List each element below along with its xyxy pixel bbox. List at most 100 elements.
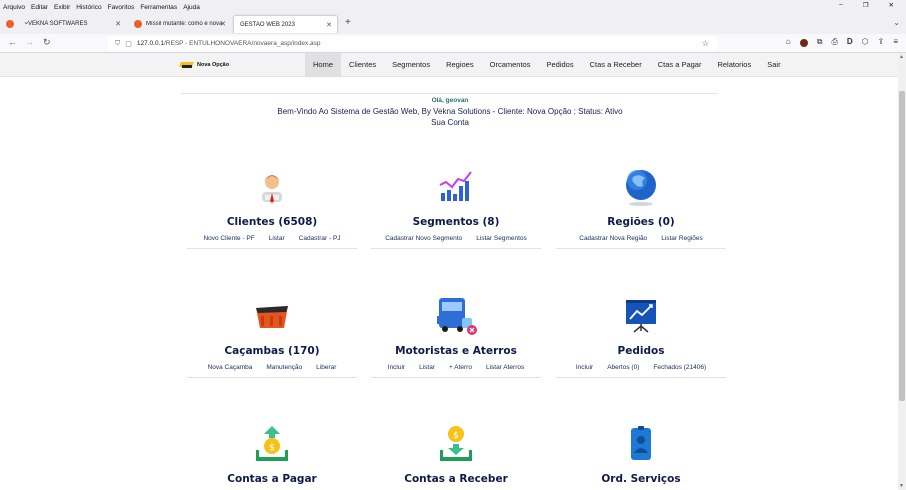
reload-icon[interactable]: ↻	[43, 37, 51, 48]
link-cadastrar-pj[interactable]: Cadastrar - PJ	[299, 235, 341, 242]
link-incluir[interactable]: Incluir	[388, 364, 405, 371]
card-underline	[187, 377, 357, 378]
card-title[interactable]: Contas a Receber	[371, 472, 541, 486]
tab-label: Míssil mutante: como é nova ar...	[146, 21, 224, 27]
menu-historico[interactable]: Histórico	[76, 4, 101, 11]
truck-icon[interactable]	[434, 296, 478, 338]
link-fechados[interactable]: Fechados (21406)	[653, 364, 706, 371]
bookmark-star-icon[interactable]: ☆	[702, 39, 709, 48]
scroll-up-icon[interactable]: ▲	[899, 54, 904, 60]
menu-ajuda[interactable]: Ajuda	[183, 4, 200, 11]
money-down-icon[interactable]: $	[434, 424, 478, 466]
restore-icon[interactable]: ❐	[863, 1, 869, 9]
tab-gestao-web[interactable]: GESTAO WEB 2023 ✕	[233, 15, 338, 33]
presentation-icon[interactable]	[619, 296, 663, 338]
link-liberar[interactable]: Liberar	[316, 364, 336, 371]
menu-exibir[interactable]: Exibir	[54, 4, 70, 11]
print-icon[interactable]: ⎙	[831, 37, 837, 47]
link-listar-regioes[interactable]: Listar Regiões	[661, 235, 703, 242]
account-link[interactable]: Sua Conta	[180, 117, 720, 128]
divider	[181, 93, 718, 94]
menu-ferramentas[interactable]: Ferramentas	[140, 4, 177, 11]
money-up-icon[interactable]: $	[250, 424, 294, 466]
card-title[interactable]: Ord. Serviços	[556, 472, 726, 486]
link-novo-cliente-pf[interactable]: Novo Cliente - PF	[203, 235, 254, 242]
nav-clientes[interactable]: Clientes	[341, 53, 384, 77]
hamburger-menu-icon[interactable]: ≡	[893, 37, 898, 47]
site-logo[interactable]: Nova Opção	[179, 60, 229, 69]
forward-icon[interactable]: →	[25, 37, 34, 47]
bar-chart-icon[interactable]	[434, 167, 478, 209]
site-header: Nova Opção Home Clientes Segmentos Regio…	[0, 53, 898, 77]
scroll-thumb[interactable]	[899, 91, 905, 401]
scroll-down-icon[interactable]: ▼	[899, 483, 904, 489]
nav-segmentos[interactable]: Segmentos	[384, 53, 438, 77]
link-add-aterro[interactable]: + Aterro	[449, 364, 472, 371]
menu-editar[interactable]: Editar	[31, 4, 48, 11]
screenshot-icon[interactable]: ⧉	[817, 37, 823, 47]
nav-orcamentos[interactable]: Orcamentos	[482, 53, 539, 77]
nav-ctas-pagar[interactable]: Ctas a Pagar	[650, 53, 710, 77]
badge-icon[interactable]	[619, 424, 663, 466]
card-contas-receber: $ Contas a Receber	[371, 424, 541, 486]
extension-d-icon[interactable]: D	[847, 37, 853, 47]
card-title[interactable]: Pedidos	[556, 344, 726, 358]
back-icon[interactable]: ←	[8, 37, 17, 47]
card-title[interactable]: Regiões (0)	[556, 215, 726, 229]
close-tab-icon[interactable]: ✕	[326, 21, 332, 29]
nav-regioes[interactable]: Regioes	[438, 53, 482, 77]
card-pedidos: Pedidos Incluir Abertos (0) Fechados (21…	[556, 296, 726, 378]
share-icon[interactable]: ⇪	[878, 37, 885, 47]
card-title[interactable]: Clientes (6508)	[187, 215, 357, 229]
link-listar-aterros[interactable]: Listar Aterros	[486, 364, 524, 371]
link-cadastrar-segmento[interactable]: Cadastrar Novo Segmento	[385, 235, 462, 242]
link-listar[interactable]: Listar	[269, 235, 285, 242]
page-scrollbar[interactable]: ▲ ▼	[898, 53, 906, 490]
card-title[interactable]: Segmentos (8)	[371, 215, 541, 229]
link-cadastrar-regiao[interactable]: Cadastrar Nova Região	[579, 235, 647, 242]
nav-home[interactable]: Home	[305, 53, 342, 77]
card-clientes: Clientes (6508) Novo Cliente - PF Listar…	[187, 167, 357, 249]
link-incluir[interactable]: Incluir	[576, 364, 593, 371]
card-links: Novo Cliente - PF Listar Cadastrar - PJ	[187, 235, 357, 242]
globe-icon[interactable]	[619, 167, 663, 209]
close-tab-icon[interactable]: ✕	[115, 20, 121, 28]
nav-ctas-receber[interactable]: Ctas a Receber	[582, 53, 650, 77]
nav-pedidos[interactable]: Pedidos	[538, 53, 581, 77]
card-title[interactable]: Motoristas e Aterros	[371, 344, 541, 358]
minimize-icon[interactable]: –	[839, 1, 843, 9]
card-segmentos: Segmentos (8) Cadastrar Novo Segmento Li…	[371, 167, 541, 249]
home-icon[interactable]: ⌂	[786, 37, 791, 47]
link-listar-segmentos[interactable]: Listar Segmentos	[476, 235, 527, 242]
firefox-icon[interactable]	[6, 20, 14, 28]
tab-missil[interactable]: Míssil mutante: como é nova ar... ✕	[128, 15, 231, 33]
card-links: Incluir Abertos (0) Fechados (21406)	[556, 364, 726, 371]
link-listar[interactable]: Listar	[419, 364, 435, 371]
close-tab-icon[interactable]: ✕	[220, 20, 226, 28]
url-bar[interactable]: ⛉ ▢ 127.0.0.1 /RESP - ENTULHONOVAERA/nov…	[108, 36, 718, 51]
user-icon[interactable]	[250, 167, 294, 209]
new-tab-icon[interactable]: +	[345, 17, 351, 28]
welcome-block: Olá, geovan Bem-Vindo Ao Sistema de Gest…	[180, 96, 720, 128]
card-title[interactable]: Contas a Pagar	[187, 472, 357, 486]
menu-arquivo[interactable]: Arquivo	[3, 4, 25, 11]
card-title[interactable]: Caçambas (170)	[187, 344, 357, 358]
nav-relatorios[interactable]: Relatorios	[709, 53, 759, 77]
shield-icon[interactable]: ⛉	[115, 40, 120, 48]
extensions-icon[interactable]: ⬡	[862, 37, 869, 47]
link-abertos[interactable]: Abertos (0)	[607, 364, 639, 371]
dumpster-icon[interactable]	[250, 296, 294, 338]
close-window-icon[interactable]: ✕	[889, 1, 894, 9]
browser-navbar: ← → ↻ ⛉ ▢ 127.0.0.1 /RESP - ENTULHONOVAE…	[0, 34, 906, 53]
link-manutencao[interactable]: Manutenção	[266, 364, 302, 371]
url-path: /RESP - ENTULHONOVAERA/novaera_asp/index…	[163, 40, 321, 47]
tab-overflow-icon[interactable]: ⌄	[893, 18, 900, 27]
main-nav: Home Clientes Segmentos Regioes Orcament…	[305, 53, 789, 77]
link-nova-cacamba[interactable]: Nova Caçamba	[208, 364, 253, 371]
page-info-icon[interactable]: ▢	[125, 40, 132, 48]
nav-sair[interactable]: Sair	[759, 53, 788, 77]
card-links: Cadastrar Nova Região Listar Regiões	[556, 235, 726, 242]
tab-vekna[interactable]: VEKNA SOFTWARES ✕	[22, 15, 126, 33]
extension-avatar-icon[interactable]	[799, 39, 808, 47]
menu-favoritos[interactable]: Favoritos	[108, 4, 135, 11]
